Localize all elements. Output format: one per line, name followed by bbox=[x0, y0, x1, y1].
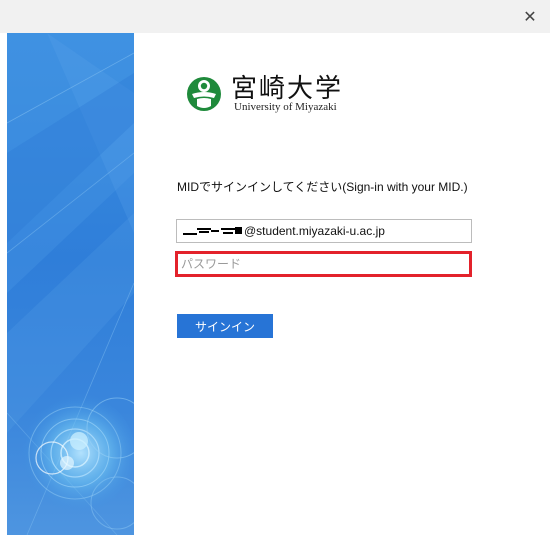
close-button[interactable]: ✕ bbox=[518, 4, 542, 28]
signin-content: 宮崎大学 University of Miyazaki MIDでサインインしてく… bbox=[134, 33, 550, 535]
university-emblem-icon bbox=[187, 77, 221, 111]
signin-window: ✕ 宮崎大学 University of Miyazaki MIDでサインインし… bbox=[0, 0, 550, 535]
signin-button[interactable]: サインイン bbox=[177, 314, 273, 338]
signin-instruction: MIDでサインインしてください(Sign-in with your MID.) bbox=[177, 180, 468, 194]
redacted-username bbox=[181, 226, 243, 236]
title-bar: ✕ bbox=[0, 0, 550, 33]
decorative-side-panel bbox=[7, 33, 134, 535]
username-domain: @student.miyazaki-u.ac.jp bbox=[244, 224, 385, 238]
university-name-ja: 宮崎大学 bbox=[231, 74, 344, 104]
university-name-en: University of Miyazaki bbox=[234, 101, 337, 113]
password-field-highlighted[interactable] bbox=[175, 251, 472, 277]
university-logo: 宮崎大学 University of Miyazaki bbox=[185, 69, 375, 117]
password-input[interactable] bbox=[181, 257, 469, 271]
close-icon: ✕ bbox=[523, 6, 537, 26]
side-panel-artwork bbox=[7, 33, 134, 535]
username-field[interactable]: @student.miyazaki-u.ac.jp bbox=[176, 219, 472, 243]
